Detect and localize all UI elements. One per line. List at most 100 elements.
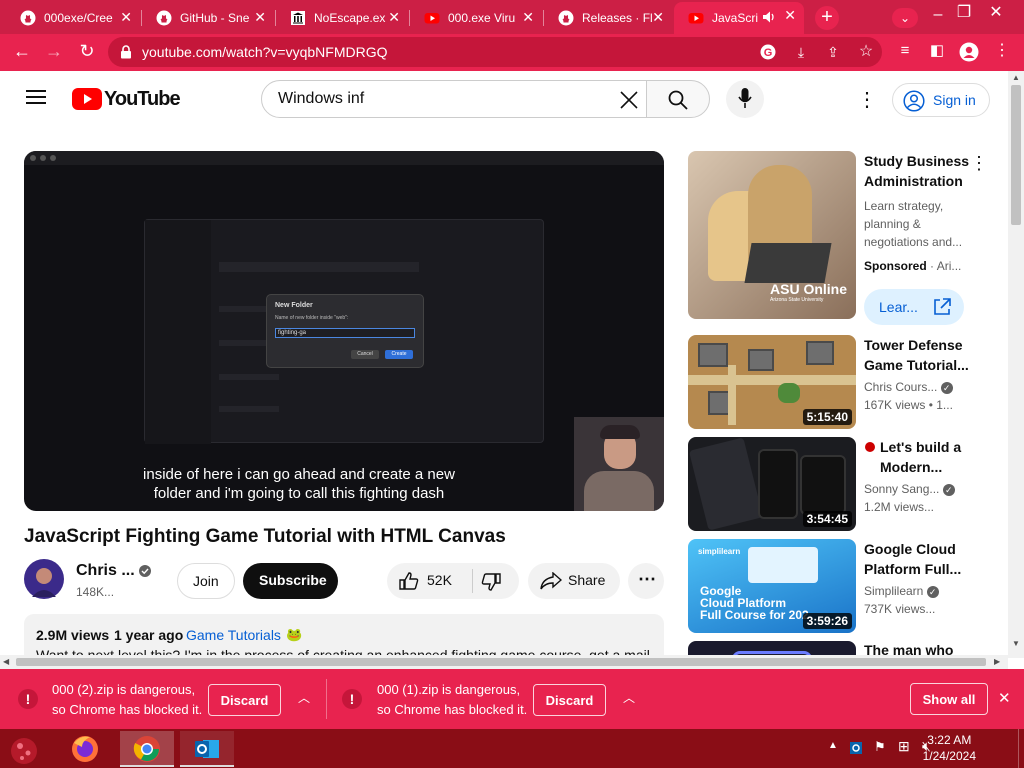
- voice-search-button[interactable]: [726, 80, 764, 118]
- speaker-icon[interactable]: [762, 10, 776, 24]
- flag-icon[interactable]: ⚑: [874, 739, 886, 755]
- recommended-video[interactable]: 3:54:45 Let's build a Modern... Sonny Sa…: [688, 437, 1008, 531]
- new-tab-icon[interactable]: +: [815, 6, 839, 30]
- show-desktop-button[interactable]: [1018, 729, 1024, 768]
- share-page-icon[interactable]: ⇪: [823, 43, 843, 61]
- sign-in-button[interactable]: Sign in: [892, 83, 990, 117]
- outlook-tray-icon[interactable]: [850, 740, 866, 756]
- scroll-down-arrow-icon[interactable]: ▼: [1012, 639, 1020, 648]
- share-button[interactable]: Share: [528, 563, 620, 599]
- like-divider: [472, 569, 473, 593]
- account-icon: [903, 90, 925, 112]
- tab-github-000exe[interactable]: 000exe/Cree ✕: [6, 4, 140, 32]
- hamburger-menu-icon[interactable]: [26, 89, 46, 105]
- reload-icon[interactable]: ↻: [77, 42, 97, 60]
- chrome-menu-icon[interactable]: ⋮: [992, 42, 1012, 60]
- scrollbar-thumb[interactable]: [1011, 85, 1021, 225]
- phone-mockup: [800, 455, 846, 515]
- subscribe-button[interactable]: Subscribe: [243, 563, 338, 599]
- tab-github-sne[interactable]: GitHub - Sne ✕: [142, 4, 274, 32]
- like-icon[interactable]: [399, 572, 419, 590]
- network-icon[interactable]: ⊞: [898, 738, 910, 755]
- scroll-up-arrow-icon[interactable]: ▲: [1012, 73, 1020, 82]
- tab-javascript-active[interactable]: JavaScri ✕: [674, 2, 804, 34]
- taskbar-outlook-button[interactable]: [180, 731, 234, 767]
- show-hidden-icons-icon[interactable]: ▲: [828, 740, 838, 751]
- bookmark-star-icon[interactable]: ☆: [856, 43, 876, 61]
- media-queue-icon[interactable]: ≡: [895, 42, 915, 60]
- close-tab-icon[interactable]: ✕: [254, 9, 266, 25]
- search-button[interactable]: [646, 80, 710, 118]
- forward-icon[interactable]: →: [44, 42, 64, 60]
- close-tab-icon[interactable]: ✕: [652, 9, 664, 25]
- system-clock[interactable]: 3:22 AM 1/24/2024: [923, 732, 976, 764]
- video-player[interactable]: New Folder Name of new folder inside "we…: [24, 151, 664, 511]
- recommended-video[interactable]: 5:15:40 Tower Defense Game Tutorial... C…: [688, 335, 1008, 429]
- danger-warning-icon: !: [18, 689, 38, 709]
- close-tab-icon[interactable]: ✕: [522, 9, 534, 25]
- close-tab-icon[interactable]: ✕: [120, 9, 132, 25]
- finder-sidebar: [145, 220, 211, 444]
- description-box[interactable]: 2.9M views 1 year ago Game Tutorials 🐸 W…: [24, 614, 664, 658]
- ad-thumbnail: ASU Online Arizona State University: [688, 151, 856, 319]
- close-window-icon[interactable]: ✕: [986, 4, 1006, 22]
- tab-youtube-000exe[interactable]: 000.exe Viru ✕: [410, 4, 542, 32]
- dialog-folder-name-input: fighting-ga: [275, 328, 415, 338]
- asu-subtext: Arizona State University: [770, 297, 824, 303]
- side-panel-icon[interactable]: ◧: [927, 42, 947, 60]
- settings-kebab-icon[interactable]: ⋮: [857, 87, 877, 112]
- tab-noescape[interactable]: NoEscape.ex ✕: [276, 4, 408, 32]
- restore-icon[interactable]: ❐: [954, 4, 974, 22]
- discard-button[interactable]: Discard: [208, 684, 281, 716]
- profile-icon[interactable]: [959, 42, 979, 62]
- dislike-icon[interactable]: [481, 573, 501, 591]
- scroll-right-arrow-icon[interactable]: ▶: [994, 657, 1000, 666]
- channel-avatar[interactable]: [24, 559, 64, 599]
- discard-button[interactable]: Discard: [533, 684, 606, 716]
- install-app-icon[interactable]: ⤓: [791, 43, 811, 61]
- recommended-video[interactable]: simplilearn Google Cloud Platform Full C…: [688, 539, 1008, 633]
- outlook-icon: [195, 740, 219, 758]
- channel-name[interactable]: Chris ...: [76, 562, 135, 580]
- taskbar-chrome-button[interactable]: [120, 731, 174, 767]
- clear-search-icon[interactable]: [620, 91, 638, 109]
- ad-learn-more-button[interactable]: Lear...: [864, 289, 964, 325]
- search-input[interactable]: Windows inf: [261, 80, 647, 118]
- horizontal-scrollbar-thumb[interactable]: [16, 658, 986, 666]
- close-tab-icon[interactable]: ✕: [388, 9, 400, 25]
- window-dot: [40, 155, 46, 161]
- more-actions-button[interactable]: ⋯: [628, 563, 664, 599]
- minimize-icon[interactable]: –: [928, 6, 948, 24]
- video-thumbnail: simplilearn Google Cloud Platform Full C…: [688, 539, 856, 633]
- firefox-icon[interactable]: [60, 731, 110, 767]
- tab-search-chevron-icon[interactable]: ⌄: [892, 8, 918, 28]
- address-bar[interactable]: youtube.com/watch?v=vyqbNFMDRGQ G ⤓ ⇪ ☆: [108, 37, 882, 67]
- google-icon[interactable]: G: [760, 44, 776, 60]
- recommended-title: Google Cloud Platform Full...: [864, 541, 962, 577]
- close-tab-icon[interactable]: ✕: [784, 7, 796, 23]
- download-options-chevron-icon[interactable]: ︿: [298, 689, 310, 706]
- show-all-downloads-button[interactable]: Show all: [910, 683, 988, 715]
- vertical-scrollbar[interactable]: ▲ ▼: [1008, 71, 1024, 658]
- window-dot: [30, 155, 36, 161]
- video-captions: inside of here i can go ahead and create…: [24, 465, 664, 503]
- start-button-icon[interactable]: [0, 731, 48, 767]
- ad-description: Learn strategy, planning & negotiations …: [864, 197, 962, 251]
- horizontal-scrollbar[interactable]: ◀ ▶: [0, 655, 1008, 669]
- hashtag-link[interactable]: Game Tutorials: [186, 627, 281, 643]
- scroll-left-arrow-icon[interactable]: ◀: [3, 657, 9, 666]
- video-thumbnail: 3:54:45: [688, 437, 856, 531]
- channel-name: Simplilearn: [864, 584, 924, 598]
- lock-icon[interactable]: [120, 45, 132, 59]
- download-options-chevron-icon[interactable]: ︿: [623, 689, 635, 706]
- youtube-logo[interactable]: YouTube: [72, 87, 181, 111]
- ad-menu-kebab-icon[interactable]: ⋮: [970, 153, 988, 174]
- tab-title: 000exe/Cree: [44, 11, 113, 25]
- back-icon[interactable]: ←: [12, 42, 32, 60]
- video-thumbnail: 5:15:40: [688, 335, 856, 429]
- danger-warning-icon: !: [342, 689, 362, 709]
- tab-releases[interactable]: Releases · Fl ✕: [544, 4, 672, 32]
- join-button[interactable]: Join: [177, 563, 235, 599]
- close-download-shelf-icon[interactable]: ✕: [998, 689, 1011, 707]
- ad-card[interactable]: ASU Online Arizona State University Stud…: [688, 151, 1008, 325]
